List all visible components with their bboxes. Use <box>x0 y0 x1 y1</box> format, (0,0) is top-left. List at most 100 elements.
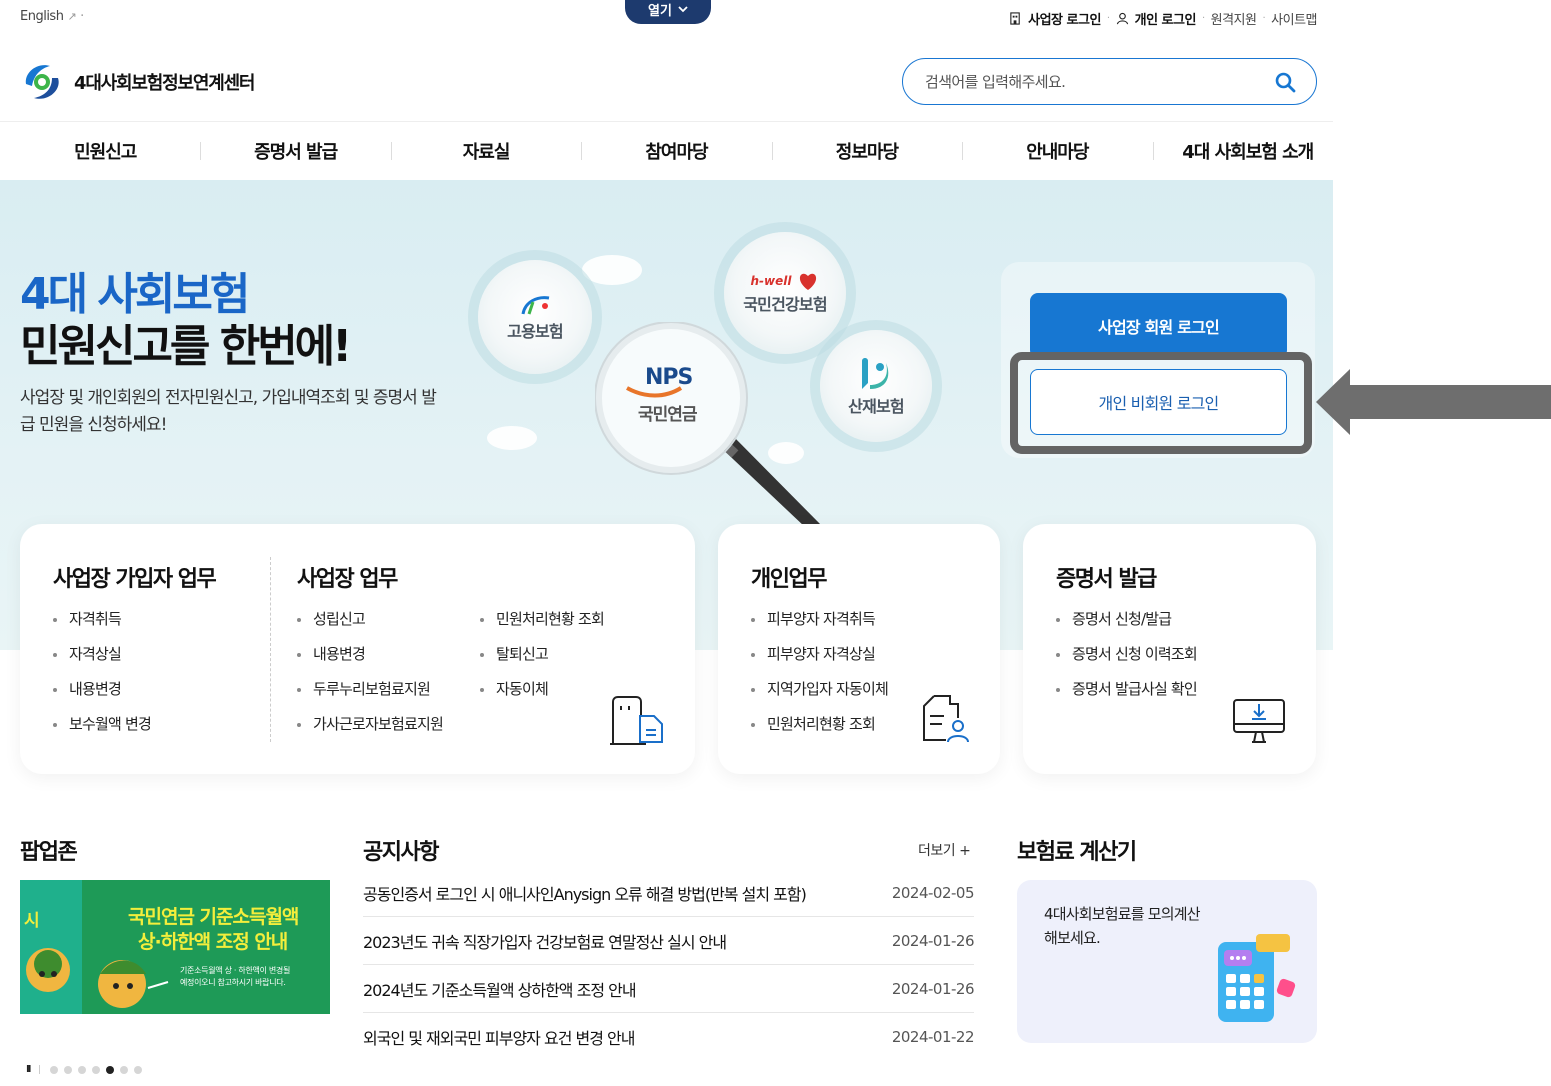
nav-certificate[interactable]: 증명서 발급 <box>190 138 380 164</box>
list-item[interactable]: 증명서 발급사실 확인 <box>1056 672 1198 707</box>
monitor-download-icon <box>1233 699 1285 743</box>
pager-dot[interactable] <box>78 1065 87 1074</box>
pager-dot[interactable] <box>134 1065 143 1074</box>
industrial-insurance-logo-icon <box>862 358 889 389</box>
list-item[interactable]: 자격상실 <box>53 637 151 672</box>
nav-complaint-report[interactable]: 민원신고 <box>0 138 190 164</box>
notice-list: 공동인증서 로그인 시 애니사인Anysign 오류 해결 방법(반복 설치 포… <box>363 869 975 1061</box>
pager-dot[interactable] <box>120 1065 129 1074</box>
english-link[interactable]: English <box>20 9 64 24</box>
pager-dot[interactable] <box>92 1065 101 1074</box>
pager-dot[interactable] <box>64 1065 73 1074</box>
nav-guide[interactable]: 안내마당 <box>952 138 1142 164</box>
main-nav: 민원신고 증명서 발급 자료실 참여마당 정보마당 안내마당 4대 사회보험 소… <box>0 121 1333 180</box>
heart-icon <box>800 273 817 290</box>
separator-dot: · <box>1106 13 1110 24</box>
notice-row-title: 공동인증서 로그인 시 애니사인Anysign 오류 해결 방법(반복 설치 포… <box>363 884 807 904</box>
personal-card-title: 개인업무 <box>751 567 827 592</box>
list-item[interactable]: 피부양자 자격상실 <box>751 637 888 672</box>
list-item[interactable]: 피부양자 자격취득 <box>751 602 888 637</box>
personal-list: 피부양자 자격취득 피부양자 자격상실 지역가입자 자동이체 민원처리현황 조회 <box>751 602 889 742</box>
list-item[interactable]: 성립신고 <box>297 602 443 637</box>
list-item[interactable]: 내용변경 <box>53 672 151 707</box>
search-icon[interactable] <box>1274 71 1296 93</box>
health-brand-label: h-well <box>750 274 792 288</box>
notice-row-title: 2024년도 기준소득월액 상하한액 조정 안내 <box>363 980 637 1000</box>
hero-description: 사업장 및 개인회원의 전자민원신고, 가입내역조회 및 증명서 발급 민원을 … <box>20 388 437 435</box>
nav-library[interactable]: 자료실 <box>381 138 571 164</box>
card-divider <box>270 557 271 742</box>
corp-member-card-title: 사업장 가입자 업무 <box>53 567 217 592</box>
open-panel-label: 열기 <box>648 3 672 19</box>
remote-support-link[interactable]: 원격지원 <box>1211 9 1257 28</box>
mascot-icon <box>98 960 169 1008</box>
list-item[interactable]: 자동이체 <box>480 672 604 707</box>
list-item[interactable]: 가사근로자보험료지원 <box>297 707 444 742</box>
list-item[interactable]: 두루누리보험료지원 <box>297 672 443 707</box>
sitemap-link[interactable]: 사이트맵 <box>1271 9 1317 28</box>
site-logo[interactable]: 4대사회보험정보연계센터 <box>20 60 255 104</box>
separator-dot: · <box>1201 13 1205 24</box>
notice-row-date: 2024-02-05 <box>891 883 975 902</box>
page: English ↗ · 열기 사업장 로그인 · 개인 로그인 · 원격지원 ·… <box>0 0 1333 1086</box>
hero-title-line2: 민원신고를 한번에! <box>20 321 352 372</box>
corp-member-login-button[interactable]: 사업장 회원 로그인 <box>1030 293 1287 358</box>
cloud-decoration <box>582 255 642 285</box>
calculator-title: 보험료 계산기 <box>1017 840 1137 865</box>
user-document-icon <box>923 695 969 743</box>
list-item[interactable]: 지역가입자 자동이체 <box>751 672 889 707</box>
search-box <box>902 58 1317 105</box>
open-panel-button[interactable]: 열기 <box>625 0 711 24</box>
banner-line2: 상·하한액 조정 안내 <box>138 931 288 953</box>
notice-row-date: 2024-01-26 <box>891 931 975 950</box>
nav-information[interactable]: 정보마당 <box>762 138 952 164</box>
pager-dot-active[interactable] <box>106 1065 115 1074</box>
utility-left: English ↗ · <box>20 9 84 24</box>
notice-row[interactable]: 2023년도 귀속 직장가입자 건강보험료 연말정산 실시 안내 2024-01… <box>363 917 975 965</box>
corp-card-title: 사업장 업무 <box>297 567 398 592</box>
pension-label: 국민연금 <box>638 405 698 425</box>
list-item[interactable]: 민원처리현황 조회 <box>751 707 888 742</box>
notice-row-title: 2023년도 귀속 직장가입자 건강보험료 연말정산 실시 안내 <box>363 932 727 952</box>
mascot-icon <box>26 948 70 992</box>
notice-row-date: 2024-01-26 <box>891 979 975 998</box>
banner-small-line1: 기준소득월액 상 · 하한액이 변경될 <box>180 966 291 975</box>
list-item[interactable]: 증명서 신청 이력조회 <box>1056 637 1198 672</box>
pager-dot[interactable] <box>50 1065 59 1074</box>
popup-banner[interactable]: 시 국민연금 기준소득월액 상·하한액 조정 안내 기준소득월액 상 · 하한액… <box>20 880 330 1014</box>
list-item[interactable]: 보수월액 변경 <box>53 707 152 742</box>
notice-row[interactable]: 2024년도 기준소득월액 상하한액 조정 안내 2024-01-26 <box>363 965 975 1013</box>
notice-row-date: 2024-01-22 <box>891 1028 975 1046</box>
personal-guest-login-button[interactable]: 개인 비회원 로그인 <box>1030 369 1287 435</box>
notice-row[interactable]: 공동인증서 로그인 시 애니사인Anysign 오류 해결 방법(반복 설치 포… <box>363 869 975 917</box>
industrial-insurance-bubble: 산재보험 <box>820 330 932 442</box>
pointer-arrow-icon <box>1316 369 1551 435</box>
banner-line1: 국민연금 기준소득월액 <box>128 906 299 928</box>
nav-about-insurance[interactable]: 4대 사회보험 소개 <box>1143 138 1333 164</box>
list-item[interactable]: 민원처리현황 조회 <box>480 602 605 637</box>
cloud-decoration <box>487 426 537 450</box>
list-item[interactable]: 내용변경 <box>297 637 443 672</box>
corp-list-col1: 성립신고 내용변경 두루누리보험료지원 가사근로자보험료지원 <box>297 602 444 742</box>
list-item[interactable]: 탈퇴신고 <box>480 637 604 672</box>
banner-small-line2: 예정이오니 참고하시기 바랍니다. <box>180 978 286 987</box>
banner-side-text: 시 <box>24 911 40 931</box>
logo-mark-icon <box>25 65 59 99</box>
popup-zone-title: 팝업존 <box>20 840 78 865</box>
list-item[interactable]: 자격취득 <box>53 602 151 637</box>
employment-insurance-label: 고용보험 <box>507 322 563 341</box>
notice-row[interactable]: 외국인 및 재외국민 피부양자 요건 변경 안내 2024-01-22 <box>363 1013 975 1061</box>
utility-right: 사업장 로그인 · 개인 로그인 · 원격지원 · 사이트맵 <box>1009 9 1317 28</box>
personal-login-link[interactable]: 개인 로그인 <box>1135 9 1197 28</box>
corp-list-col2: 민원처리현황 조회 탈퇴신고 자동이체 <box>480 602 605 707</box>
corp-login-link[interactable]: 사업장 로그인 <box>1028 9 1101 28</box>
list-item[interactable]: 증명서 신청/발급 <box>1056 602 1197 637</box>
separator-dot: · <box>80 9 84 24</box>
search-input[interactable] <box>925 72 1274 91</box>
nav-participation[interactable]: 참여마당 <box>571 138 761 164</box>
certificate-card-title: 증명서 발급 <box>1056 567 1157 592</box>
employment-insurance-logo-icon <box>521 296 550 315</box>
separator-dot: · <box>1262 13 1266 24</box>
notice-more-link[interactable]: 더보기 + <box>918 840 971 860</box>
pause-icon[interactable]: II <box>26 1064 32 1075</box>
